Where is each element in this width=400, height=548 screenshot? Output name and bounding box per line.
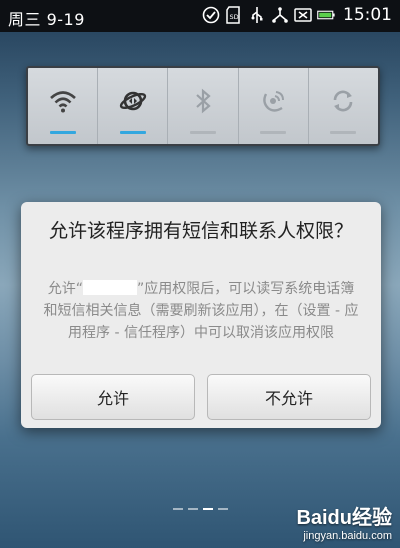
bluetooth-icon — [196, 88, 211, 114]
gps-icon — [263, 91, 285, 112]
wifi-toggle[interactable] — [28, 68, 99, 144]
check-circle-icon — [202, 6, 220, 24]
status-date: 周三 9-19 — [8, 10, 85, 29]
gps-toggle[interactable] — [239, 68, 309, 144]
status-time: 15:01 — [343, 5, 392, 25]
signal-off-icon — [294, 6, 312, 24]
wifi-icon — [49, 91, 76, 113]
page-dot — [187, 508, 198, 510]
page-dot-active — [202, 508, 213, 510]
quick-settings-panel — [26, 66, 380, 146]
watermark-url: jingyan.baidu.com — [303, 530, 392, 542]
data-toggle[interactable] — [98, 68, 169, 144]
redacted-app-name — [83, 280, 137, 295]
status-icons: SD 15:01 — [202, 5, 392, 25]
auto-rotate-indicator — [330, 131, 357, 134]
dialog-title: 允许该程序拥有短信和联系人权限？ — [48, 220, 353, 242]
wifi-indicator — [49, 131, 76, 134]
data-indicator — [119, 131, 146, 134]
status-bar: 周三 9-19 SD 15:01 — [0, 0, 400, 32]
dialog-buttons: 允许 不允许 — [31, 374, 371, 420]
auto-rotate-toggle[interactable] — [309, 68, 378, 144]
page-dot — [217, 508, 228, 510]
auto-rotate-icon — [334, 90, 353, 112]
baidu-watermark: Baidu经验 jingyan.baidu.com — [296, 501, 392, 542]
page-dot — [172, 508, 183, 510]
usb-debug-icon — [271, 6, 289, 24]
watermark-logo: Baidu经验 — [296, 507, 392, 529]
deny-button[interactable]: 不允许 — [207, 374, 371, 420]
bluetooth-toggle[interactable] — [168, 68, 239, 144]
data-sync-globe-icon — [119, 91, 146, 111]
message-prefix: 允许“ — [47, 281, 83, 297]
permission-dialog: 允许该程序拥有短信和联系人权限？ 允许“ ”应用权限后，可以读写系统电话簿和短信相… — [21, 202, 381, 428]
battery-icon — [317, 6, 335, 24]
sd-card-icon: SD — [225, 6, 243, 24]
usb-icon — [248, 6, 266, 24]
allow-button[interactable]: 允许 — [31, 374, 195, 420]
gps-indicator — [260, 131, 287, 134]
svg-text:SD: SD — [230, 13, 239, 21]
bluetooth-indicator — [190, 131, 216, 134]
dialog-message: 允许“ ”应用权限后，可以读写系统电话簿和短信相关信息（需要刷新该应用），在（设置… — [43, 278, 359, 344]
